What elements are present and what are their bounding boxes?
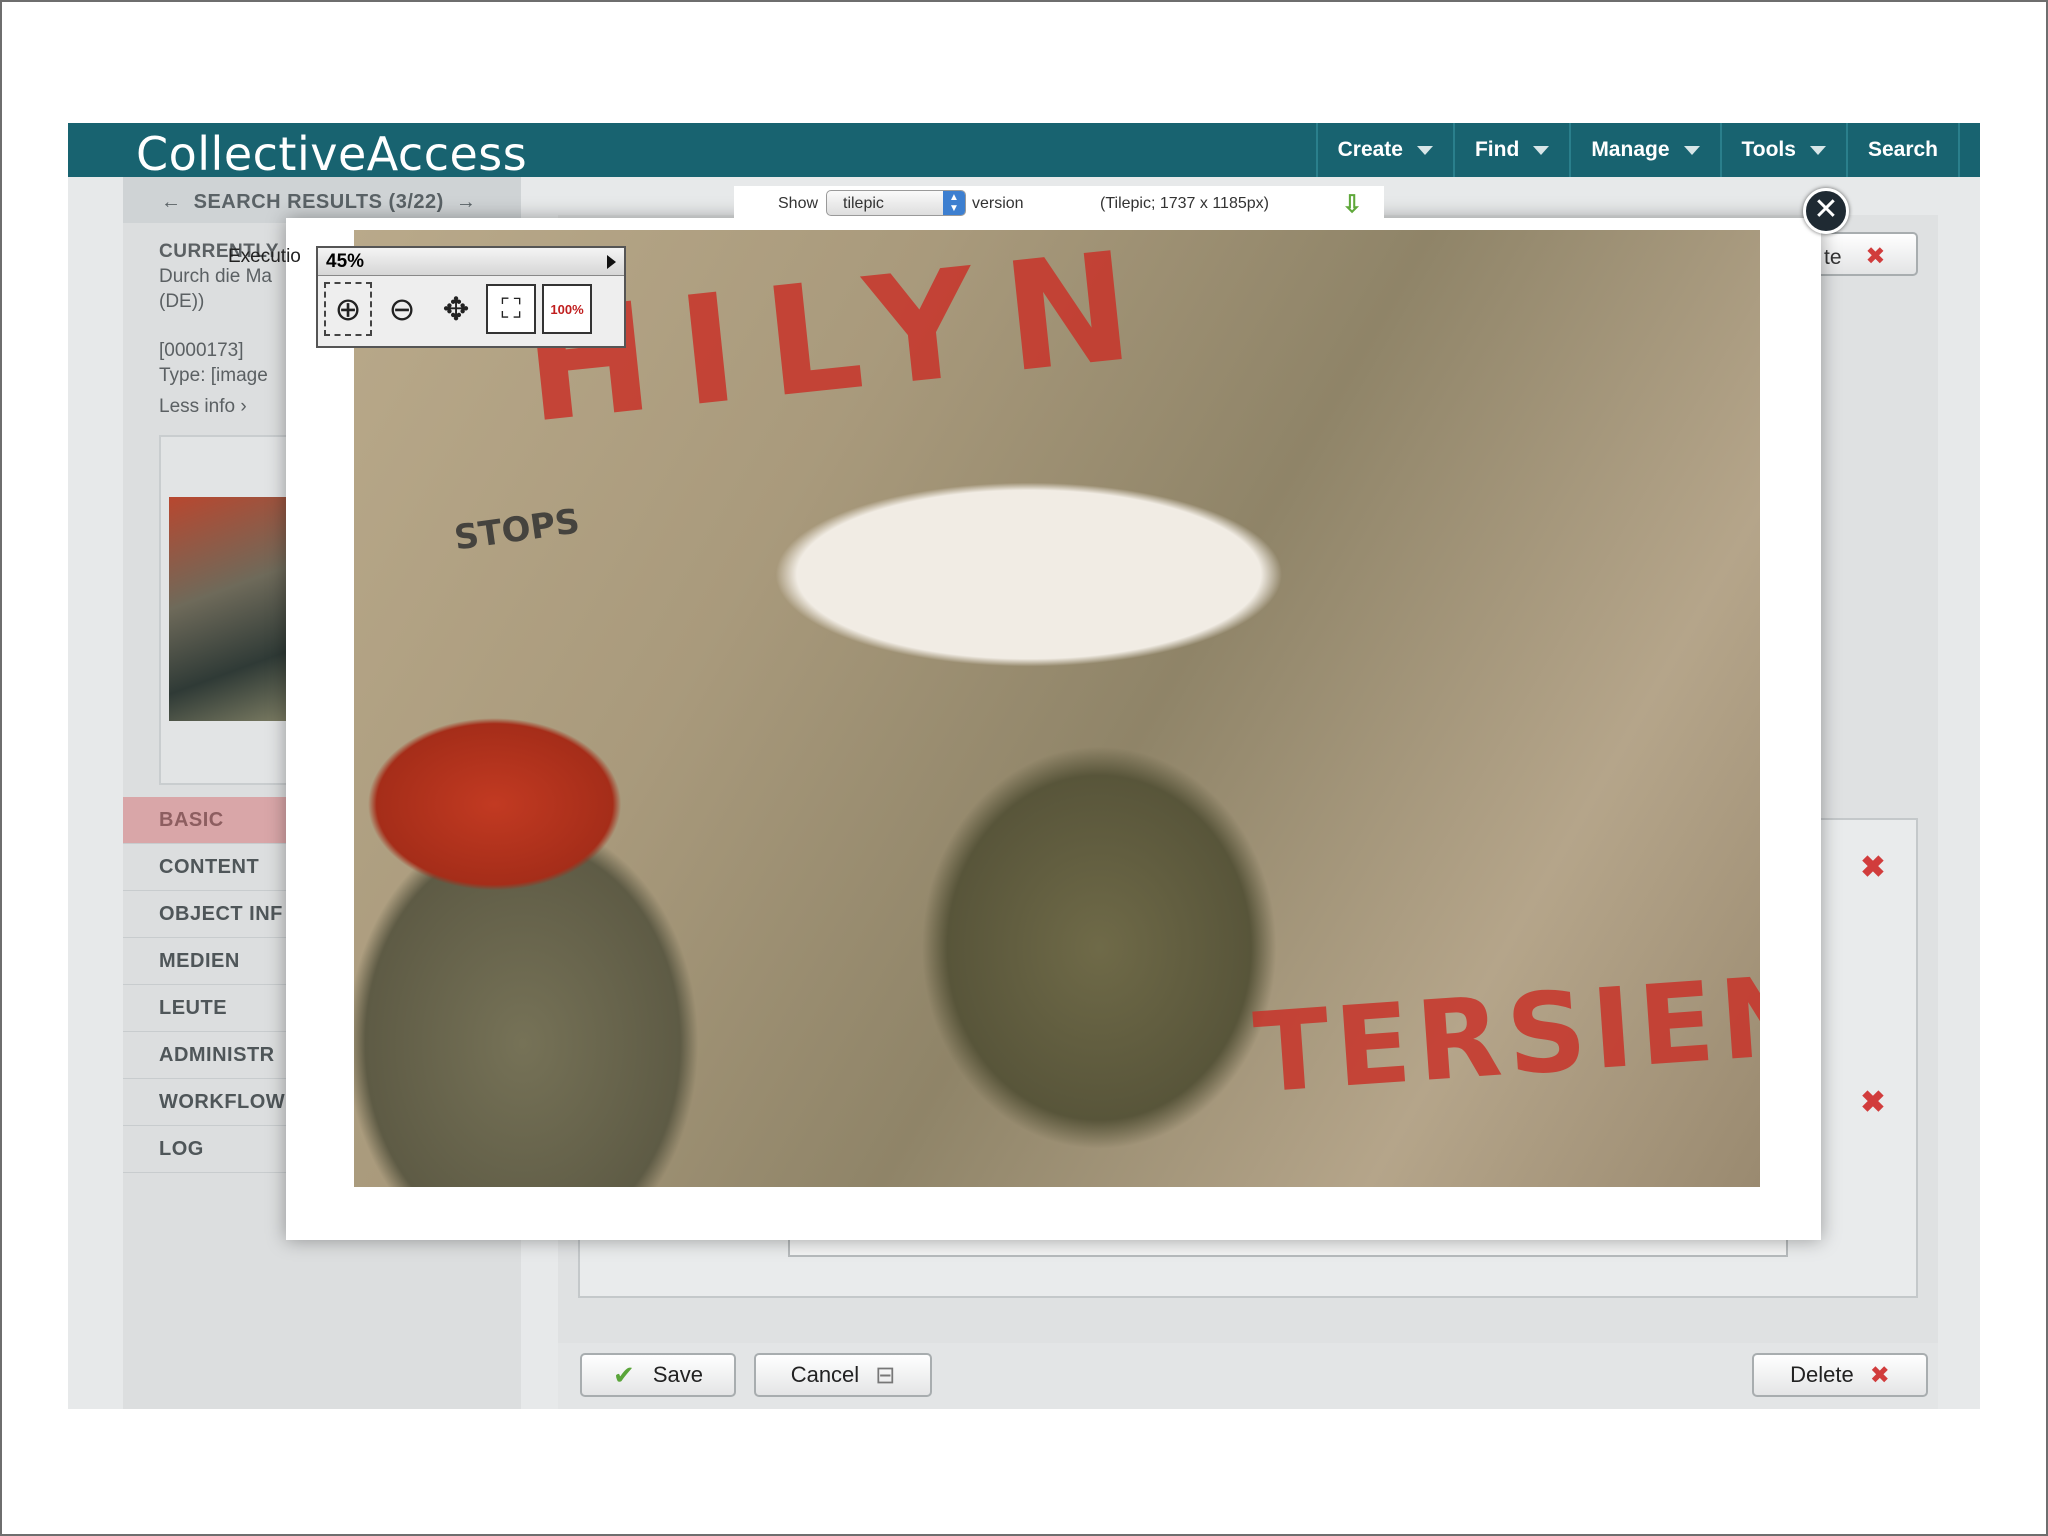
chevron-down-icon (1809, 145, 1826, 155)
select-stepper-icon: ▲ ▼ (943, 191, 965, 215)
graffiti-text-stops: STOPS (451, 501, 583, 559)
toolbar-collapse-icon[interactable] (607, 255, 616, 269)
delete-x-icon: ✖ (1869, 1361, 1890, 1389)
zoom-out-icon[interactable]: ⊖ (378, 282, 426, 336)
remove-x-icon[interactable]: ✖ (1858, 853, 1888, 883)
peek-field-label: Executio (228, 246, 301, 267)
actual-size-button[interactable]: 100% (542, 284, 592, 334)
record-title-line2: (DE)) (159, 291, 205, 312)
search-results-link[interactable]: SEARCH RESULTS (3/22) (194, 191, 444, 213)
nav-manage[interactable]: Manage (1569, 123, 1719, 177)
delete-x-icon: ✖ (1865, 243, 1886, 270)
delete-label: Delete (1790, 1362, 1854, 1387)
form-action-bar: ✔ Save Cancel ⊟ Delete ✖ (558, 1343, 1938, 1409)
version-bar: Show tilepic ▲ ▼ version (Tilepic; 1737 x… (734, 186, 1384, 222)
nav-manage-label: Manage (1591, 138, 1670, 161)
version-label: version (972, 195, 1024, 212)
cancel-label: Cancel (790, 1362, 860, 1387)
top-bar: CollectiveAccess Create Find Manage Tool… (68, 123, 1980, 181)
chevron-down-icon (1533, 145, 1550, 155)
cancel-icon: ⊟ (875, 1361, 896, 1389)
delete-top-label: te (1824, 246, 1842, 269)
next-arrow-icon[interactable]: → (456, 191, 477, 213)
main-nav: Create Find Manage Tools Search (1315, 123, 1960, 177)
nav-search-label: Search (1867, 138, 1938, 161)
media-dimensions: (Tilepic; 1737 x 1185px) (1100, 195, 1269, 212)
pan-icon[interactable]: ✥ (432, 282, 480, 336)
chevron-down-icon (1416, 145, 1433, 155)
zoom-toolbar: 45% ⊕ ⊖ ✥ ⛶ 100% (316, 246, 626, 348)
record-id: [0000173] (159, 340, 244, 361)
zoom-level: 45% (326, 251, 365, 272)
download-icon[interactable]: ⇩ (1342, 190, 1362, 219)
nav-search[interactable]: Search (1845, 123, 1960, 177)
save-button[interactable]: ✔ Save (580, 1353, 736, 1397)
version-select[interactable]: tilepic ▲ ▼ (826, 190, 966, 216)
nav-find[interactable]: Find (1452, 123, 1569, 177)
chevron-down-icon (1683, 145, 1700, 155)
nav-tools[interactable]: Tools (1719, 123, 1846, 177)
zoom-header: 45% (318, 248, 624, 276)
show-label: Show (778, 195, 819, 212)
zoom-in-icon[interactable]: ⊕ (324, 282, 372, 336)
breadcrumb: ← SEARCH RESULTS (3/22) → (123, 177, 521, 223)
remove-x-icon[interactable]: ✖ (1858, 1088, 1888, 1118)
media-viewer-modal: HILYN STOPS TERSIEN 45% ⊕ ⊖ ✥ ⛶ 100% (286, 218, 1821, 1240)
zoom-tools: ⊕ ⊖ ✥ ⛶ 100% (318, 276, 624, 336)
nav-create[interactable]: Create (1315, 123, 1453, 177)
delete-button-top[interactable]: te ✖ (1814, 232, 1918, 276)
close-icon[interactable]: ✕ (1803, 188, 1849, 234)
nav-create-label: Create (1337, 138, 1403, 161)
save-label: Save (652, 1362, 703, 1387)
fit-to-window-icon[interactable]: ⛶ (486, 284, 536, 334)
record-type: Type: [image (159, 365, 268, 386)
checkmark-icon: ✔ (613, 1359, 635, 1390)
graffiti-text-bottom: TERSIEN (1250, 950, 1760, 1118)
cancel-button[interactable]: Cancel ⊟ (754, 1353, 932, 1397)
media-image-viewport[interactable]: HILYN STOPS TERSIEN (354, 230, 1760, 1187)
delete-button[interactable]: Delete ✖ (1752, 1353, 1928, 1397)
back-arrow-icon[interactable]: ← (161, 191, 182, 213)
less-info-link[interactable]: Less info › (159, 394, 279, 419)
version-select-value: tilepic (843, 195, 884, 212)
app-logo[interactable]: CollectiveAccess (136, 127, 527, 181)
nav-find-label: Find (1474, 138, 1520, 161)
nav-tools-label: Tools (1741, 138, 1796, 161)
